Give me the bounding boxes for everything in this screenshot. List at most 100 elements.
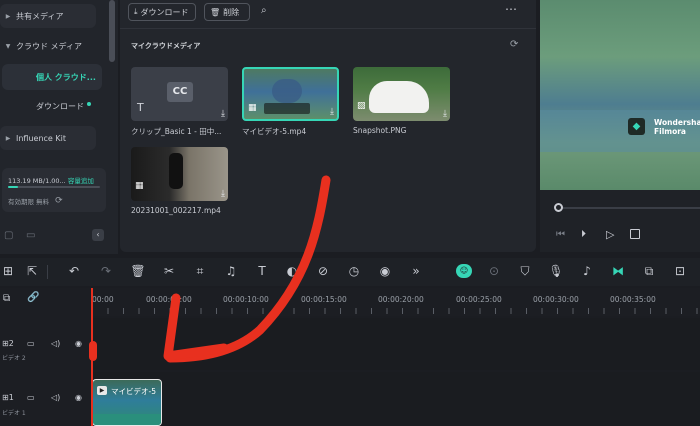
clip-label: マイビデオ-5 — [111, 387, 156, 396]
playback-overlay — [264, 103, 310, 114]
redo-icon[interactable]: ↷ — [98, 264, 114, 278]
track-label: ビデオ 1 — [2, 410, 26, 417]
add-storage-link[interactable]: 容量追加 — [68, 177, 94, 185]
sidebar-item-label: Influence Kit — [16, 133, 66, 143]
storage-panel: 113.19 MB/1.00... 容量追加 有効期限 無料 ⟳ — [2, 168, 106, 212]
chevron-right-icon: ▶ — [5, 12, 11, 20]
media-item-my-video-5[interactable]: ▦ ⤓ — [242, 67, 339, 121]
snap-icon[interactable]: ⧓ — [610, 264, 626, 278]
search-icon[interactable]: ⌕ — [261, 5, 267, 16]
render-icon[interactable]: ⊙ — [486, 264, 502, 278]
delete-icon[interactable]: 🗑 — [130, 264, 146, 278]
select-pointer-icon[interactable]: ⇱ — [24, 264, 40, 278]
color-icon[interactable]: ◉ — [377, 264, 393, 278]
divider — [120, 28, 536, 29]
media-item-name: クリップ_Basic 1 - 田中... — [131, 127, 222, 136]
media-item-name: マイビデオ-5.mp4 — [242, 127, 307, 136]
music-list-icon[interactable]: ♪ — [579, 264, 595, 278]
layout-grid-icon[interactable]: ⊞ — [0, 264, 16, 278]
link-icon[interactable]: 🔗 — [27, 292, 39, 303]
new-folder-icon[interactable]: ▢ — [4, 230, 13, 241]
fit-icon[interactable]: ⊡ — [672, 264, 688, 278]
status-dot — [87, 101, 91, 106]
add-track-icon[interactable]: ⧉ — [3, 293, 10, 304]
tick-label: 00:00:20:00 — [378, 295, 424, 304]
sidebar-item-download[interactable]: ダウンロード — [0, 94, 96, 118]
folder-icon[interactable]: ▭ — [27, 339, 35, 348]
expiry-text: 有効期限 無料 — [8, 198, 50, 206]
arrow-head — [163, 293, 229, 361]
playhead-handle[interactable] — [89, 341, 97, 361]
eye-icon[interactable]: ◉ — [75, 339, 82, 348]
arrow-shaft — [165, 175, 331, 363]
play-icon[interactable]: ▷ — [606, 228, 614, 241]
media-item-snapshot[interactable]: ▨ ⤓ — [353, 67, 450, 121]
download-icon[interactable]: ⤓ — [443, 109, 447, 119]
refresh-icon[interactable]: ⟳ — [55, 196, 63, 206]
sidebar-item-label: クラウド メディア — [16, 41, 82, 51]
track-1-lane[interactable] — [92, 372, 700, 426]
step-back-icon[interactable]: ⏵ — [581, 229, 586, 240]
trash-icon: 🗑 — [210, 7, 221, 17]
cat-image — [369, 81, 429, 113]
track-1-header: ⊞1 — [2, 393, 14, 402]
delete-button[interactable]: 🗑 削除 — [204, 3, 250, 21]
tick-label: 00:00:35:00 — [610, 295, 656, 304]
chevron-down-icon: ▼ — [5, 42, 11, 50]
sidebar-item-shared-media[interactable]: ▶ 共有メディア — [0, 4, 96, 28]
watermark: Wondershare Filmora — [654, 118, 700, 136]
download-button[interactable]: ⤓ ダウンロード — [128, 3, 196, 21]
sidebar-item-label: ダウンロード — [36, 101, 84, 111]
image-icon: ▨ — [357, 101, 366, 111]
folder-icon[interactable]: ▭ — [26, 230, 35, 241]
preview-panel: ◆ Wondershare Filmora ⏮ ⏵ ▷ — [540, 0, 700, 252]
stop-icon[interactable] — [630, 229, 640, 239]
download-icon[interactable]: ⤓ — [330, 107, 334, 117]
timeline-clip[interactable]: ▶ マイビデオ-5 — [92, 379, 162, 426]
film-icon: ▦ — [248, 103, 257, 113]
sidebar-item-label: 個人 クラウド... — [36, 72, 96, 82]
download-icon: ⤓ — [134, 7, 138, 16]
track-2-header: ⊞2 — [2, 339, 14, 348]
picture-in-picture-icon[interactable]: ⧉ — [641, 264, 657, 279]
clip-audio — [93, 414, 161, 425]
sidebar-item-cloud-media[interactable]: ▼ クラウド メディア — [0, 34, 96, 58]
film-icon: ▦ — [135, 181, 144, 191]
preview-video[interactable]: ◆ Wondershare Filmora — [540, 0, 700, 190]
divider — [47, 265, 48, 279]
shield-icon[interactable]: ⛉ — [517, 264, 533, 279]
media-item-name: Snapshot.PNG — [353, 126, 407, 135]
sidebar-scrollbar[interactable] — [109, 0, 115, 62]
tick-label: 00:00 — [92, 295, 114, 304]
scrubber-handle[interactable] — [554, 203, 563, 212]
undo-icon[interactable]: ↶ — [66, 264, 82, 278]
track-label: ビデオ 2 — [2, 355, 26, 362]
tick-label: 00:00:25:00 — [456, 295, 502, 304]
refresh-icon[interactable]: ⟳ — [510, 39, 518, 50]
folder-icon[interactable]: ▭ — [27, 393, 35, 402]
more-options-icon[interactable]: ⋯ — [505, 2, 517, 16]
caption-cc-icon: CC — [167, 82, 193, 102]
media-item-clip-basic[interactable]: CC T ⤓ — [131, 67, 228, 121]
video-thumbnail-figure — [272, 79, 302, 103]
eye-icon[interactable]: ◉ — [75, 393, 82, 402]
ai-assistant-icon[interactable]: ☺ — [456, 264, 472, 278]
prev-frame-icon[interactable]: ⏮ — [556, 229, 565, 240]
microphone-icon[interactable]: 🎙 — [548, 264, 564, 278]
sidebar-item-influence-kit[interactable]: ▶ Influence Kit — [0, 126, 96, 150]
sidebar-item-label: 共有メディア — [16, 11, 64, 21]
video-track-icon: ⊞ — [2, 393, 9, 402]
storage-text: 113.19 MB/1.00... — [8, 177, 66, 185]
preview-scrubber[interactable] — [558, 207, 700, 209]
collapse-sidebar-button[interactable]: ‹ — [92, 229, 104, 241]
video-track-icon: ⊞ — [2, 339, 9, 348]
chevron-right-icon: ▶ — [5, 134, 11, 142]
annotation-arrow — [163, 175, 331, 363]
speaker-icon[interactable]: ◁) — [51, 339, 60, 348]
video-clip-icon: ▶ — [97, 386, 107, 395]
sidebar-item-personal-cloud[interactable]: 個人 クラウド... — [2, 64, 102, 90]
download-icon[interactable]: ⤓ — [221, 109, 225, 119]
more-tools-icon[interactable]: » — [408, 264, 424, 278]
speaker-icon[interactable]: ◁) — [51, 393, 60, 402]
sidebar: ▶ 共有メディア ▼ クラウド メディア 個人 クラウド... ダウンロード ▶… — [0, 0, 118, 254]
